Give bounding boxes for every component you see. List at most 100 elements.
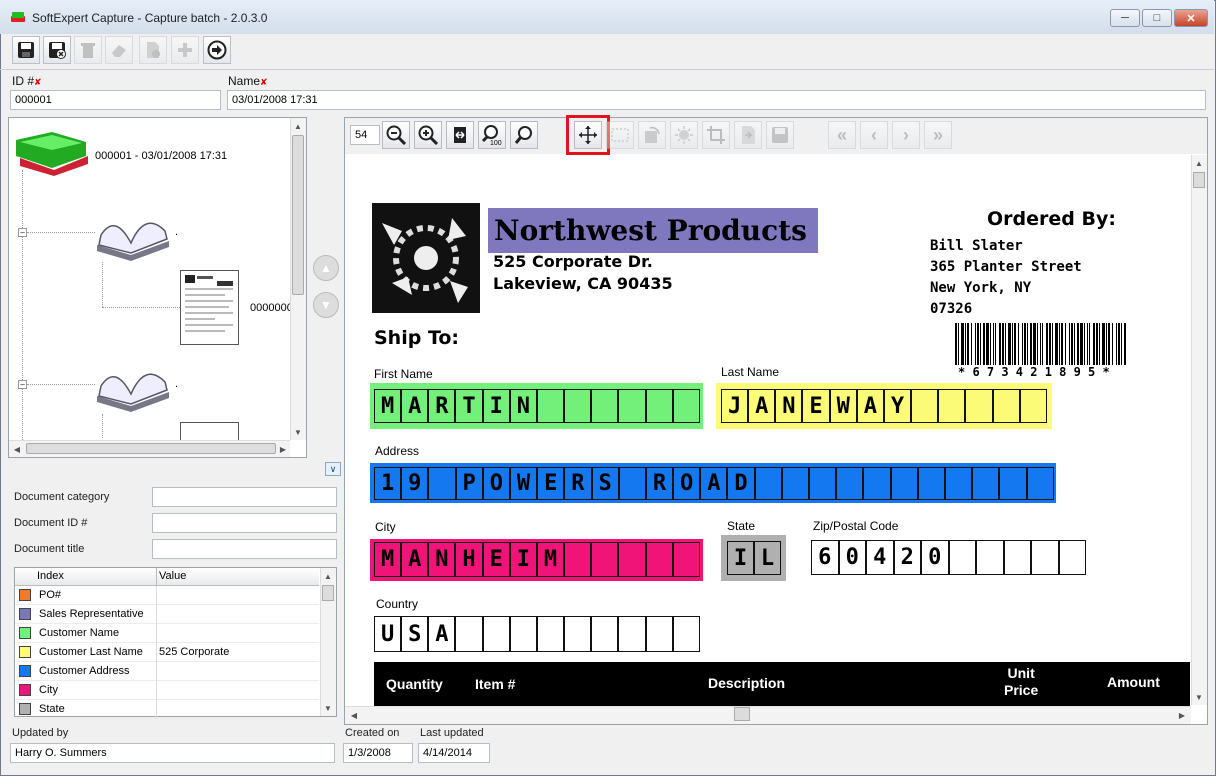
save-close-button[interactable] <box>43 36 71 64</box>
collapse-panel-button[interactable]: ∨ <box>325 462 341 476</box>
scroll-down-arrow[interactable]: ▼ <box>1191 690 1207 704</box>
last-page-button[interactable]: » <box>924 121 952 149</box>
page-thumbnail[interactable] <box>180 270 239 345</box>
scroll-left-arrow[interactable]: ◀ <box>10 442 24 456</box>
barcode-bar <box>993 323 994 365</box>
index-row[interactable]: Sales Representative <box>15 605 319 624</box>
barcode-bar <box>977 323 979 365</box>
viewer-hscroll-thumb[interactable] <box>734 707 750 721</box>
char-box: S <box>401 616 429 652</box>
scroll-up-arrow[interactable]: ▲ <box>320 569 336 583</box>
char-box <box>948 540 976 575</box>
tree-doc2-label[interactable]: . <box>175 378 178 390</box>
index-scroll-thumb[interactable] <box>322 585 334 601</box>
char-box <box>591 389 619 423</box>
first-page-button[interactable]: « <box>828 121 856 149</box>
document-id-field[interactable] <box>152 513 337 533</box>
char-box: 0 <box>921 540 949 575</box>
erase-button[interactable] <box>105 36 133 64</box>
document-book-icon <box>95 205 173 264</box>
pan-tool-button[interactable] <box>574 121 602 149</box>
actual-size-button[interactable]: 100 <box>478 121 506 149</box>
fit-width-button[interactable] <box>446 121 474 149</box>
zoom-out-button[interactable] <box>382 121 410 149</box>
first-name-label: First Name <box>374 367 433 381</box>
crop-button[interactable] <box>702 121 730 149</box>
zoom-tool-button[interactable] <box>510 121 538 149</box>
window-title: SoftExpert Capture - Capture batch - 2.0… <box>32 11 268 25</box>
document-title-label: Document title <box>14 543 85 555</box>
tree-collapse-toggle[interactable]: – <box>18 228 27 237</box>
scroll-up-arrow[interactable]: ▲ <box>290 119 306 133</box>
index-row[interactable]: PO# <box>15 586 319 605</box>
next-page-button[interactable]: › <box>892 121 920 149</box>
scroll-right-arrow[interactable]: ▶ <box>1175 708 1189 722</box>
rotate-button[interactable] <box>638 121 666 149</box>
char-box: A <box>748 389 776 423</box>
tree-scroll-thumb[interactable] <box>292 135 304 295</box>
batch-id-field[interactable]: 000001 <box>10 90 221 110</box>
send-button[interactable] <box>203 36 231 64</box>
char-box: E <box>482 542 510 577</box>
zoom-in-button[interactable] <box>414 121 442 149</box>
move-up-button[interactable]: ▲ <box>313 255 339 281</box>
add-button[interactable] <box>171 36 199 64</box>
index-row[interactable]: State <box>15 700 319 719</box>
index-row[interactable]: Customer Last Name 525 Corporate <box>15 643 319 662</box>
char-box <box>1026 467 1054 500</box>
batch-name-field[interactable]: 03/01/2008 17:31 <box>227 90 1206 110</box>
barcode-bar <box>1065 323 1066 365</box>
save-button[interactable] <box>12 36 40 64</box>
select-area-button[interactable] <box>606 121 634 149</box>
document-category-field[interactable] <box>152 487 337 507</box>
minimize-icon: ─ <box>1121 12 1129 24</box>
char-box: A <box>401 389 429 423</box>
index-row[interactable]: City <box>15 681 319 700</box>
barcode-bar <box>975 323 976 365</box>
brightness-button[interactable] <box>670 121 698 149</box>
scroll-left-arrow[interactable]: ◀ <box>347 708 361 722</box>
page-thumbnail[interactable] <box>180 422 239 440</box>
tree-doc1-label[interactable]: . <box>175 226 178 238</box>
tree-root-label[interactable]: 000001 - 03/01/2008 17:31 <box>95 150 227 162</box>
save-page-button[interactable] <box>766 121 794 149</box>
maximize-icon: □ <box>1153 12 1161 24</box>
scroll-up-arrow[interactable]: ▲ <box>1191 156 1207 170</box>
delete-button[interactable] <box>74 36 102 64</box>
previous-page-button[interactable]: ‹ <box>860 121 888 149</box>
maximize-button[interactable]: □ <box>1142 9 1172 27</box>
index-row[interactable]: Customer Address <box>15 662 319 681</box>
viewer-vertical-scrollbar[interactable] <box>1191 155 1207 705</box>
value-column-header[interactable]: Value <box>159 570 186 582</box>
char-box <box>917 467 945 500</box>
export-page-button[interactable] <box>734 121 762 149</box>
tree-hscroll-thumb[interactable] <box>26 443 276 454</box>
move-down-button[interactable]: ▼ <box>313 292 339 318</box>
index-column-header[interactable]: Index <box>37 570 64 582</box>
zip-boxes: 60420 <box>811 540 1086 575</box>
document-title-field[interactable] <box>152 539 337 559</box>
ordered-by-zip: 07326 <box>930 301 973 317</box>
last-updated-label: Last updated <box>420 727 484 739</box>
tree-page1-label[interactable]: 0000000 <box>250 302 293 314</box>
rotate-icon <box>645 126 660 143</box>
zoom-level-field[interactable]: 54 <box>350 125 380 145</box>
barcode-bar <box>1118 323 1120 365</box>
viewer-vscroll-thumb[interactable] <box>1193 172 1205 188</box>
company-logo <box>372 203 480 313</box>
close-button[interactable]: ✕ <box>1174 9 1208 27</box>
barcode-bar <box>1061 323 1063 365</box>
char-box: 1 <box>374 467 402 500</box>
new-document-button[interactable] <box>139 36 167 64</box>
index-row[interactable]: Customer Name <box>15 624 319 643</box>
index-value[interactable]: 525 Corporate <box>159 646 229 658</box>
scroll-down-arrow[interactable]: ▼ <box>290 425 306 439</box>
barcode-bar <box>1005 323 1006 365</box>
scroll-right-arrow[interactable]: ▶ <box>276 442 290 456</box>
index-color-swatch <box>19 665 31 677</box>
tree-collapse-toggle[interactable]: – <box>18 380 27 389</box>
fit-width-icon <box>454 127 466 143</box>
document-page[interactable]: Northwest Products 525 Corporate Dr. Lak… <box>346 156 1190 706</box>
minimize-button[interactable]: ─ <box>1110 9 1140 27</box>
scroll-down-arrow[interactable]: ▼ <box>320 701 336 715</box>
